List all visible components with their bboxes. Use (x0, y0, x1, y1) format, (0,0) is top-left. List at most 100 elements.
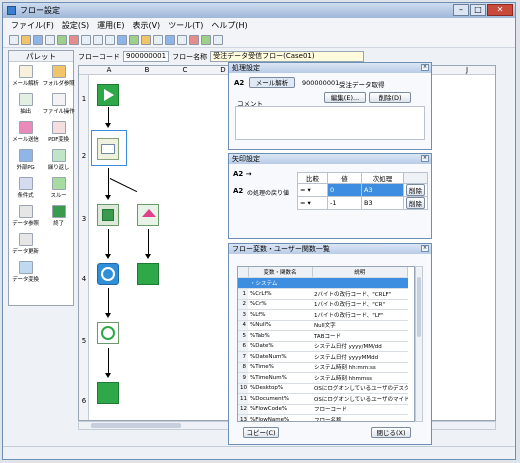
extract-node[interactable] (97, 204, 119, 226)
copy-button[interactable]: コピー(C) (243, 427, 279, 438)
list-item[interactable]: 2 %Cr% 1バイトの改行コード、"CR" (238, 299, 408, 310)
row-delete-button[interactable]: 削除 (406, 197, 425, 209)
list-item[interactable]: 10%Desktop%OSにログオンしているユーザのデスクトップ... (238, 383, 408, 394)
panel-close-icon[interactable]: × (421, 245, 429, 252)
settings-icon[interactable] (177, 34, 187, 45)
title-bar[interactable]: フロー設定 – □ ✕ (3, 3, 515, 18)
flow-start-node[interactable] (97, 84, 119, 106)
palette-file-op[interactable]: ファイル操作 (42, 93, 75, 120)
variable-list-header[interactable]: フロー変数・ユーザー関数一覧 × (229, 244, 431, 254)
help-icon[interactable] (213, 34, 223, 45)
list-item[interactable]: 7 %DateNum% システム日付 yyyyMMdd (238, 351, 408, 363)
list-item[interactable]: 5 %Tab% TABコード (238, 330, 408, 342)
stop-icon[interactable] (69, 34, 79, 45)
cut-icon[interactable] (81, 34, 91, 45)
delete-icon[interactable] (189, 34, 199, 45)
row-number: 8 (238, 362, 248, 373)
send-node[interactable] (137, 204, 159, 226)
list-item[interactable]: 13 %FlowName% フロー名称 (238, 414, 408, 421)
palette-folder-ref[interactable]: フォルダ参照 (42, 65, 75, 92)
list-item[interactable]: 12 %FlowCode% フローコード (238, 404, 408, 415)
extract-icon (18, 93, 33, 106)
row-number: 10 (238, 383, 248, 394)
folder-icon[interactable] (141, 34, 151, 45)
run-icon[interactable] (57, 34, 67, 45)
open-icon[interactable] (21, 34, 31, 45)
row-delete-button[interactable]: 削除 (406, 184, 425, 196)
next-field[interactable]: A3 (361, 183, 404, 197)
mail-icon[interactable] (117, 34, 127, 45)
variable-name: %Cr% (248, 299, 312, 310)
vertical-scrollbar[interactable] (415, 266, 423, 422)
list-item[interactable]: 11%Document%OSにログオンしているユーザのマイドキュ... (238, 393, 408, 405)
menu-settings[interactable]: 設定(S) (62, 20, 89, 31)
row-number: 9 (238, 372, 248, 384)
maximize-button[interactable]: □ (470, 4, 486, 16)
next-field[interactable]: B3 (361, 196, 404, 210)
close-button[interactable]: ✕ (487, 4, 513, 16)
process-settings-header[interactable]: 処理設定 × (229, 63, 431, 73)
save-icon[interactable] (33, 34, 43, 45)
check-icon[interactable] (201, 34, 211, 45)
flow-code-field[interactable]: 900000001 (123, 51, 170, 62)
list-item[interactable]: 4 %Null% Null文字 (238, 320, 408, 331)
mail-parse-node[interactable] (97, 138, 119, 160)
list-item[interactable]: 3 %Lf% 1バイトの改行コード、"LF" (238, 309, 408, 321)
panel-close-icon[interactable]: × (421, 155, 429, 162)
menu-help[interactable]: ヘルプ(H) (211, 20, 247, 31)
menu-view[interactable]: 表示(V) (132, 20, 160, 31)
flow-icon[interactable] (129, 34, 139, 45)
close-list-button[interactable]: 閉じる(X) (371, 427, 411, 438)
value-field[interactable]: 0 (327, 183, 362, 197)
end-node[interactable] (97, 382, 119, 404)
list-item[interactable]: 6 %Date% システム日付 yyyy/MM/dd (238, 341, 408, 352)
palette-end[interactable]: 終了 (42, 205, 75, 232)
flow-name-field[interactable]: 受注データ受信フロー(Case01) (210, 51, 365, 62)
value-field[interactable]: -1 (327, 196, 362, 210)
new-icon[interactable] (9, 34, 19, 45)
grid-icon[interactable] (153, 34, 163, 45)
delete-button[interactable]: 削除(D) (369, 92, 411, 103)
panel-close-icon[interactable]: × (421, 64, 429, 71)
paste-icon[interactable] (105, 34, 115, 45)
palette-data-ref[interactable]: データ参照 (9, 205, 42, 232)
condition-row[interactable]: = ▾ 0 A3 削除 (297, 183, 428, 197)
process-settings-title: 処理設定 (232, 64, 260, 72)
palette-through[interactable]: スルー (42, 177, 75, 204)
list-item-selected[interactable]: ・システム (238, 277, 408, 289)
edit-button[interactable]: 編集(E)... (324, 92, 366, 103)
list-item[interactable]: 1 %CrLf% 2バイトの改行コード、"CRLF" (238, 288, 408, 300)
palette-data-convert[interactable]: データ変換 (9, 261, 42, 288)
palette-extract[interactable]: 抽出 (9, 93, 42, 120)
scroll-thumb[interactable] (91, 423, 181, 428)
scroll-thumb[interactable] (417, 277, 421, 337)
col-next: 次処理 (361, 172, 404, 184)
compare-select[interactable]: = ▾ (297, 196, 328, 210)
menu-file[interactable]: ファイル(F) (11, 20, 54, 31)
comment-field[interactable] (235, 106, 425, 140)
variable-list-title: フロー変数・ユーザー関数一覧 (232, 245, 330, 253)
loop-node[interactable] (97, 263, 119, 285)
list-item[interactable]: 9 %TimeNum% システム時刻 hhmmss (238, 372, 408, 384)
list-item[interactable]: 8 %Time% システム時刻 hh:mm:ss (238, 362, 408, 373)
arrow-settings-header[interactable]: 矢印設定 × (229, 154, 431, 164)
variable-icon[interactable] (165, 34, 175, 45)
condition-row[interactable]: = ▾ -1 B3 削除 (297, 196, 428, 210)
compare-select[interactable]: = ▾ (297, 183, 328, 197)
repeat-node[interactable] (97, 322, 119, 344)
palette-repeat[interactable]: 繰り返し (42, 149, 75, 176)
palette-external[interactable]: 外部PG (9, 149, 42, 176)
palette-mail-send[interactable]: メール送信 (9, 121, 42, 148)
palette-condition[interactable]: 条件式 (9, 177, 42, 204)
palette-data-update[interactable]: データ更新 (9, 233, 42, 260)
through-node[interactable] (137, 263, 159, 285)
menu-operation[interactable]: 運用(E) (97, 20, 124, 31)
menu-tools[interactable]: ツール(T) (168, 20, 203, 31)
variable-name: %CrLf% (248, 288, 312, 300)
minimize-button[interactable]: – (453, 4, 469, 16)
print-icon[interactable] (45, 34, 55, 45)
palette-mail-parse[interactable]: メール解析 (9, 65, 42, 92)
copy-icon[interactable] (93, 34, 103, 45)
palette-pdf[interactable]: PDF変換 (42, 121, 75, 148)
process-type-button[interactable]: メール解析 (249, 77, 295, 88)
